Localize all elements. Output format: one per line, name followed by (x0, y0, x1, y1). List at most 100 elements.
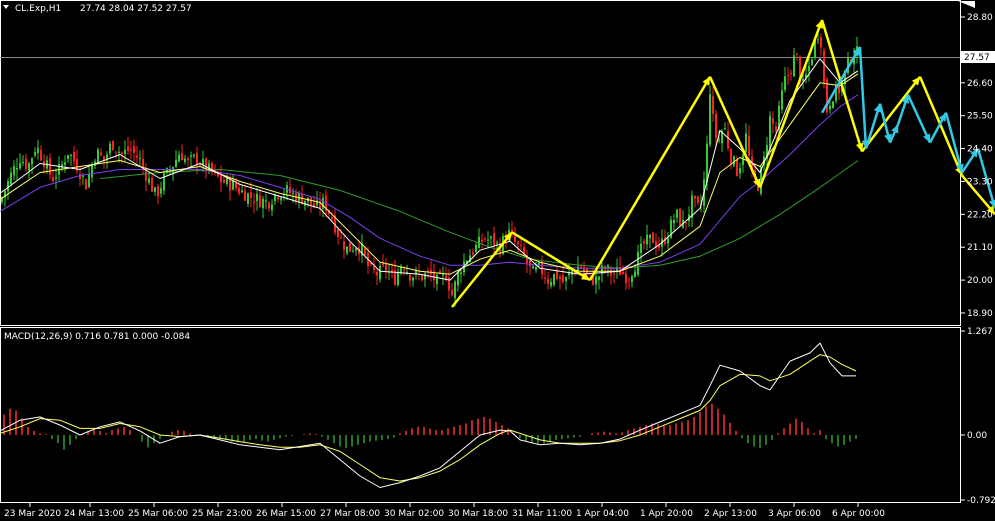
candle-body (562, 275, 564, 283)
candle-body (100, 152, 102, 156)
candle-body (412, 277, 414, 281)
candle-body (187, 158, 189, 160)
time-tick-label: 6 Apr 00:00 (832, 509, 885, 519)
candle-body (727, 130, 729, 148)
candle-body (676, 209, 678, 218)
candle-body (559, 277, 561, 279)
candle-body (784, 76, 786, 90)
time-tick-label: 23 Mar 2020 (4, 509, 61, 519)
candle-body (532, 266, 534, 269)
candle-body (811, 59, 813, 65)
candle-body (148, 178, 150, 184)
candle-body (196, 152, 198, 165)
candle-body (277, 196, 279, 200)
candle-body (832, 101, 834, 109)
candle-body (730, 149, 732, 164)
candle-body (151, 178, 153, 192)
candle-body (262, 198, 264, 209)
candle-body (646, 234, 648, 245)
candle-body (247, 193, 249, 204)
candle-body (649, 234, 651, 239)
candle-body (808, 66, 810, 72)
candle-body (55, 177, 57, 179)
candle-body (304, 200, 306, 206)
candle-body (337, 229, 339, 237)
candle-body (544, 277, 546, 279)
candle-body (397, 271, 399, 286)
time-tick-label: 31 Mar 11:00 (512, 509, 572, 519)
candle-body (271, 204, 273, 211)
candle-body (817, 39, 819, 41)
trading-chart[interactable]: CL.Exp,H1 27.74 28.04 27.52 27.57 MACD(1… (0, 0, 995, 521)
candle-body (160, 188, 162, 194)
candle-body (238, 187, 240, 194)
price-tick-label: 26.60 (967, 79, 993, 89)
candle-body (40, 149, 42, 161)
candle-body (514, 235, 516, 242)
candle-body (52, 176, 54, 181)
candle-body (19, 163, 21, 169)
candle-body (595, 276, 597, 285)
candle-body (130, 149, 132, 151)
candle-body (184, 158, 186, 162)
candle-body (481, 239, 483, 242)
candle-body (472, 252, 474, 255)
time-tick-label: 1 Apr 20:00 (640, 509, 693, 519)
candle-body (613, 273, 615, 275)
candle-body (322, 197, 324, 209)
time-tick-label: 2 Apr 13:00 (704, 509, 757, 519)
candle-body (487, 239, 489, 241)
time-tick-label: 3 Apr 06:00 (768, 509, 821, 519)
price-tick-label: 22.20 (967, 210, 993, 220)
candle-body (13, 166, 15, 176)
candle-body (424, 273, 426, 280)
candle-body (535, 266, 537, 270)
candle-body (718, 139, 720, 141)
candle-body (709, 94, 711, 145)
candle-body (697, 196, 699, 203)
candle-body (157, 186, 159, 197)
candle-body (637, 251, 639, 275)
price-tick-label: 25.50 (967, 112, 993, 122)
candle-body (376, 271, 378, 276)
candle-body (790, 73, 792, 75)
candle-body (349, 242, 351, 252)
candle-body (631, 276, 633, 282)
candle-body (772, 118, 774, 124)
macd-tick-label: 0.00 (967, 431, 987, 441)
candle-body (622, 272, 624, 274)
candle-body (268, 202, 270, 209)
price-tick-label: 21.10 (967, 243, 993, 253)
candle-body (556, 270, 558, 279)
candle-body (775, 126, 777, 131)
candle-body (223, 179, 225, 183)
candle-body (85, 179, 87, 190)
candle-body (781, 90, 783, 110)
candle-body (373, 266, 375, 271)
time-tick-label: 26 Mar 15:00 (256, 509, 316, 519)
candle-body (553, 273, 555, 285)
candle-body (820, 36, 822, 48)
candle-body (550, 281, 552, 286)
candle-body (712, 96, 714, 114)
candle-body (343, 241, 345, 250)
candle-body (115, 151, 117, 153)
candle-body (280, 197, 282, 201)
candle-body (748, 135, 750, 156)
candle-body (715, 113, 717, 139)
candle-body (37, 147, 39, 153)
candle-body (31, 158, 33, 165)
candle-body (457, 272, 459, 286)
candle-body (25, 158, 27, 170)
candle-body (190, 155, 192, 157)
candle-body (202, 159, 204, 165)
candle-body (517, 241, 519, 245)
candle-body (685, 222, 687, 224)
candle-body (385, 264, 387, 271)
candle-body (475, 244, 477, 252)
time-tick-label: 25 Mar 06:00 (128, 509, 188, 519)
candle-body (241, 190, 243, 193)
candle-body (694, 195, 696, 199)
time-tick-label: 1 Apr 04:00 (576, 509, 629, 519)
candle-body (739, 168, 741, 174)
